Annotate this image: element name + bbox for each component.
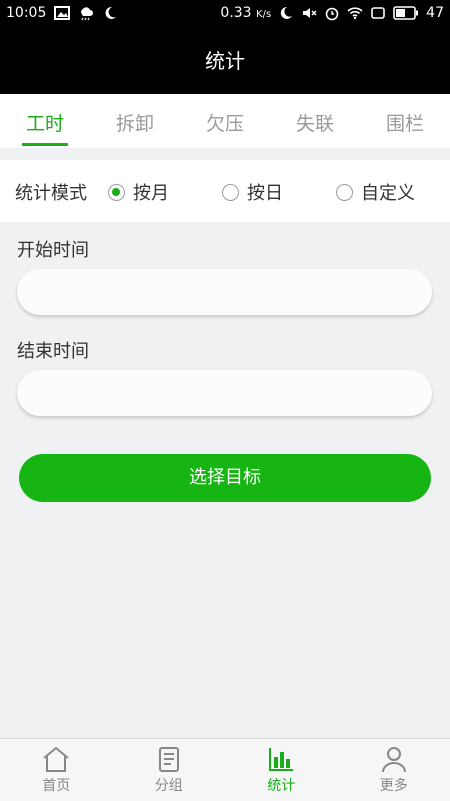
nav-more[interactable]: 更多 <box>338 739 450 801</box>
nav-stats-label: 统计 <box>225 775 338 795</box>
nav-more-label: 更多 <box>338 775 450 795</box>
battery-level: 47 <box>426 5 444 21</box>
nav-stats[interactable]: 统计 <box>225 739 338 801</box>
radio-custom[interactable]: 自定义 <box>336 179 415 205</box>
tab-offline[interactable]: 失联 <box>270 94 360 148</box>
bottom-nav: 首页 分组 统计 更多 <box>0 738 450 801</box>
radio-daily[interactable]: 按日 <box>222 179 283 205</box>
status-bar: 10:05 0.33 K/s 47 <box>0 0 450 28</box>
stat-mode-row: 统计模式 按月 按日 自定义 <box>0 160 450 222</box>
radio-monthly-label: 按月 <box>133 179 169 205</box>
nav-group[interactable]: 分组 <box>113 739 226 801</box>
radio-daily-label: 按日 <box>247 179 283 205</box>
stat-mode-label: 统计模式 <box>15 179 87 205</box>
tab-low-voltage[interactable]: 欠压 <box>180 94 270 148</box>
home-icon <box>41 745 71 773</box>
nav-home-label: 首页 <box>0 775 113 795</box>
tab-bar: 工时 拆卸 欠压 失联 围栏 <box>0 94 450 148</box>
page-title: 统计 <box>0 28 450 94</box>
group-icon <box>154 745 184 773</box>
alarm-icon <box>324 5 340 21</box>
weather-icon <box>78 5 94 21</box>
radio-checked-icon[interactable] <box>108 184 125 201</box>
battery-icon <box>393 6 419 20</box>
wifi-icon <box>347 5 363 21</box>
network-speed-unit: K/s <box>256 9 271 20</box>
radio-unchecked-icon[interactable] <box>336 184 353 201</box>
tab-geofence[interactable]: 围栏 <box>360 94 450 148</box>
end-time-label: 结束时间 <box>17 337 89 363</box>
select-target-button[interactable]: 选择目标 <box>19 454 431 502</box>
tab-work-hours[interactable]: 工时 <box>0 94 90 148</box>
radio-unchecked-icon[interactable] <box>222 184 239 201</box>
start-time-input[interactable] <box>17 269 432 315</box>
image-notification-icon <box>54 5 70 21</box>
section-divider <box>0 148 450 160</box>
sim-icon <box>370 5 386 21</box>
no-disturb-icon <box>278 5 294 21</box>
start-time-label: 开始时间 <box>17 236 89 262</box>
radio-custom-label: 自定义 <box>361 179 415 205</box>
end-time-input[interactable] <box>17 370 432 416</box>
status-time: 10:05 <box>6 5 46 21</box>
person-icon <box>379 745 409 773</box>
nav-home[interactable]: 首页 <box>0 739 113 801</box>
chart-icon <box>266 745 296 773</box>
tab-removal[interactable]: 拆卸 <box>90 94 180 148</box>
network-speed: 0.33 K/s <box>220 5 271 21</box>
nav-group-label: 分组 <box>113 775 226 795</box>
mute-icon <box>301 5 317 21</box>
network-speed-value: 0.33 <box>220 5 251 21</box>
radio-monthly[interactable]: 按月 <box>108 179 169 205</box>
moon-icon <box>102 5 118 21</box>
